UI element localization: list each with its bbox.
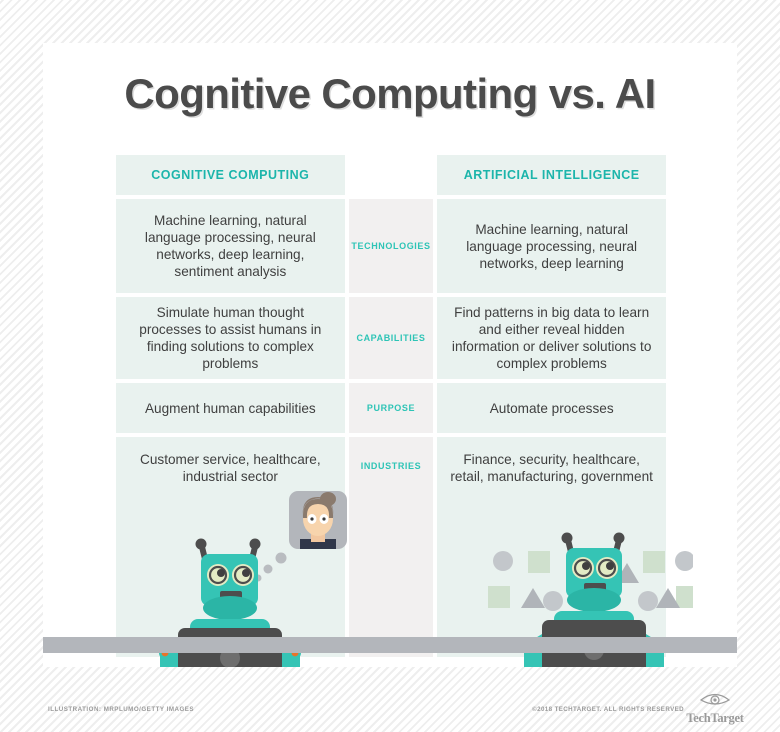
page-title: Cognitive Computing vs. AI bbox=[124, 70, 656, 117]
techtarget-wordmark: TechTarget bbox=[686, 711, 744, 725]
data-shape-square bbox=[676, 586, 693, 608]
cell-purpose-cognitive: Augment human capabilities bbox=[116, 383, 345, 433]
infographic-card: Cognitive Computing vs. AI COGNITIVE COM… bbox=[43, 43, 737, 667]
category-label-industries: INDUSTRIES bbox=[348, 437, 434, 657]
floor-bar bbox=[43, 637, 737, 653]
copyright-notice: ©2018 TECHTARGET. ALL RIGHTS RESERVED bbox=[532, 706, 684, 713]
cell-industries-ai: Finance, security, healthcare, retail, m… bbox=[437, 437, 666, 657]
cell-technologies-cognitive: Machine learning, natural language proce… bbox=[116, 199, 345, 293]
table-row: Simulate human thought processes to assi… bbox=[116, 297, 666, 379]
table-row: Augment human capabilities PURPOSE Autom… bbox=[116, 383, 666, 433]
eye-icon bbox=[699, 693, 731, 705]
category-label-technologies: TECHNOLOGIES bbox=[348, 199, 434, 293]
cell-capabilities-ai: Find patterns in big data to learn and e… bbox=[437, 297, 666, 379]
cell-technologies-ai: Machine learning, natural language proce… bbox=[437, 199, 666, 293]
category-label-purpose: PURPOSE bbox=[348, 383, 434, 433]
header-artificial-intelligence: ARTIFICIAL INTELLIGENCE bbox=[437, 155, 666, 195]
comparison-table: COGNITIVE COMPUTING ARTIFICIAL INTELLIGE… bbox=[116, 155, 666, 661]
category-label-capabilities: CAPABILITIES bbox=[348, 297, 434, 379]
table-row: Customer service, healthcare, industrial… bbox=[116, 437, 666, 657]
table-row: Machine learning, natural language proce… bbox=[116, 199, 666, 293]
cell-capabilities-cognitive: Simulate human thought processes to assi… bbox=[116, 297, 345, 379]
illustration-credit: ILLUSTRATION: MRPLUMO/GETTY IMAGES bbox=[48, 706, 195, 713]
cell-purpose-ai: Automate processes bbox=[437, 383, 666, 433]
table-header-row: COGNITIVE COMPUTING ARTIFICIAL INTELLIGE… bbox=[116, 155, 666, 195]
techtarget-logo: TechTarget bbox=[684, 692, 746, 724]
header-category-spacer bbox=[349, 155, 434, 195]
header-cognitive-computing: COGNITIVE COMPUTING bbox=[116, 155, 345, 195]
data-shape-circle bbox=[675, 551, 693, 571]
cell-industries-cognitive: Customer service, healthcare, industrial… bbox=[116, 437, 345, 657]
